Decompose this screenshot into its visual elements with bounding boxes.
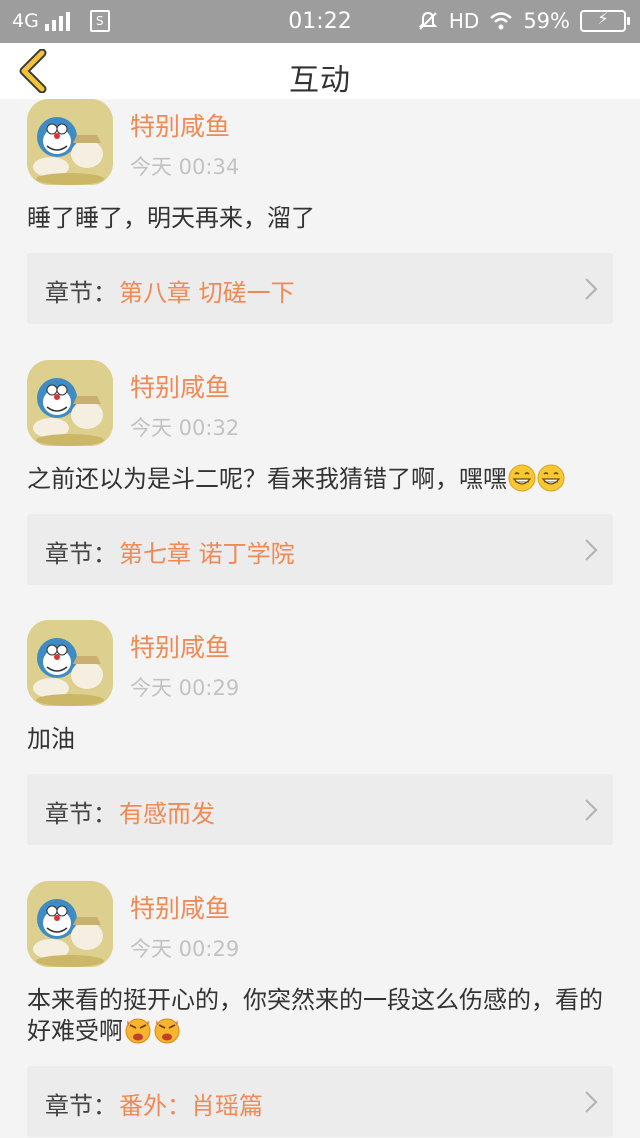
- comment-text: 本来看的挺开心的，你突然来的一段这么伤感的，看的好难受啊: [27, 985, 607, 1047]
- comment-text: 之前还以为是斗二呢？看来我猜错了啊，嘿嘿: [27, 464, 607, 495]
- comment-time: 今天 00:32: [130, 416, 240, 440]
- chapter-name: 有感而发: [119, 800, 215, 828]
- status-bar: 4G S 01:22 HD 59% ⚡: [0, 0, 640, 43]
- chapter-label: 章节：: [45, 540, 117, 568]
- crying-emoji-icon: [125, 1018, 151, 1044]
- wifi-icon: [490, 12, 513, 30]
- chapter-link[interactable]: 章节： 有感而发: [27, 774, 613, 845]
- comment-text-body: 睡了睡了，明天再来，溜了: [27, 204, 315, 232]
- chapter-label: 章节：: [45, 800, 117, 828]
- chapter-link[interactable]: 章节： 番外：肖瑶篇: [27, 1066, 613, 1137]
- mute-bell-icon: [418, 11, 438, 30]
- hd-indicator: HD: [448, 9, 480, 33]
- username[interactable]: 特别咸鱼: [130, 628, 230, 664]
- chapter-link[interactable]: 章节： 第七章 诺丁学院: [27, 514, 613, 585]
- avatar[interactable]: [27, 360, 113, 446]
- username[interactable]: 特别咸鱼: [130, 368, 230, 404]
- chapter-name: 第七章 诺丁学院: [119, 540, 295, 568]
- chapter-label: 章节：: [45, 1092, 117, 1120]
- comment-time: 今天 00:29: [130, 937, 240, 961]
- comment-time: 今天 00:34: [130, 155, 240, 179]
- chapter-label: 章节：: [45, 279, 117, 307]
- crying-emoji-icon: [154, 1018, 180, 1044]
- chapter-name: 番外：肖瑶篇: [119, 1092, 263, 1120]
- username[interactable]: 特别咸鱼: [130, 889, 230, 925]
- doraemon-avatar-icon: [27, 360, 113, 446]
- chevron-right-icon: [585, 278, 598, 300]
- comment-text: 加油: [27, 724, 607, 755]
- chevron-right-icon: [585, 1091, 598, 1113]
- comment-text: 睡了睡了，明天再来，溜了: [27, 203, 607, 234]
- doraemon-avatar-icon: [27, 99, 113, 185]
- comment-time: 今天 00:29: [130, 676, 240, 700]
- battery-percent: 59%: [523, 9, 570, 33]
- comment-text-body: 之前还以为是斗二呢？看来我猜错了啊，嘿嘿: [27, 465, 507, 493]
- avatar[interactable]: [27, 881, 113, 967]
- chevron-right-icon: [585, 539, 598, 561]
- doraemon-avatar-icon: [27, 620, 113, 706]
- battery-icon: ⚡: [580, 9, 630, 32]
- page-title: 互动: [289, 63, 351, 98]
- title-bar: 互动: [0, 43, 640, 99]
- comment-list[interactable]: 特别咸鱼 今天 00:34 睡了睡了，明天再来，溜了 章节： 第八章 切磋一下: [0, 99, 640, 1138]
- doraemon-avatar-icon: [27, 881, 113, 967]
- avatar[interactable]: [27, 620, 113, 706]
- comment-text-body: 加油: [27, 725, 75, 753]
- chapter-name: 第八章 切磋一下: [119, 279, 295, 307]
- grin-emoji-icon: [508, 464, 536, 492]
- status-right: HD 59% ⚡: [417, 9, 630, 33]
- chapter-link[interactable]: 章节： 第八章 切磋一下: [27, 253, 613, 324]
- grin-emoji-icon: [537, 464, 565, 492]
- username[interactable]: 特别咸鱼: [130, 107, 230, 143]
- chevron-right-icon: [585, 799, 598, 821]
- comment-text-body: 本来看的挺开心的，你突然来的一段这么伤感的，看的好难受啊: [27, 986, 603, 1045]
- avatar[interactable]: [27, 99, 113, 185]
